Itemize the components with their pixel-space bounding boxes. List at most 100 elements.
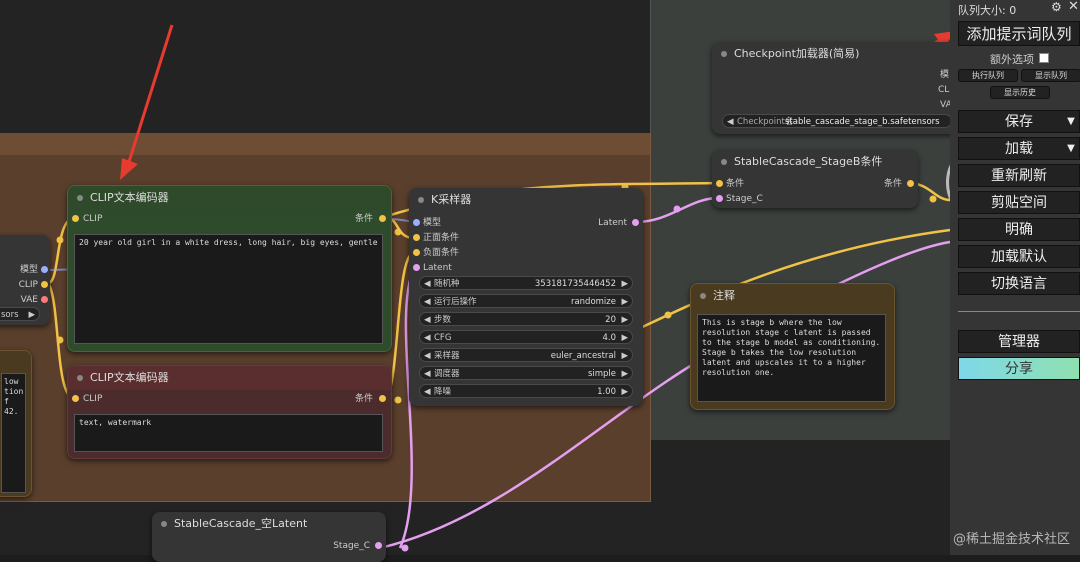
load-default-button[interactable]: 加载默认 <box>958 245 1080 268</box>
arrow-right-icon[interactable]: ▶ <box>28 308 35 322</box>
input-model-pin[interactable] <box>413 219 420 226</box>
clip-text-encoder-negative[interactable]: CLIP文本编码器 CLIP 条件 text, watermark <box>67 365 392 459</box>
view-queue-button[interactable]: 执行队列 <box>958 69 1018 82</box>
left-note-partial[interactable]: low tion f 42. <box>0 350 32 497</box>
collapse-dot-icon[interactable] <box>161 521 167 527</box>
collapse-dot-icon[interactable] <box>721 159 727 165</box>
cfg-widget[interactable]: ◀ CFG 4.0 ▶ <box>419 330 633 344</box>
input-clip-pin[interactable] <box>72 395 79 402</box>
prompt-textarea[interactable]: text, watermark <box>74 414 383 452</box>
output-vae-pin[interactable] <box>41 296 48 303</box>
input-clip-label: CLIP <box>83 394 103 404</box>
output-cond-pin[interactable] <box>907 180 914 187</box>
output-clip-label: CLIP <box>18 280 38 290</box>
arrow-right-icon[interactable]: ▶ <box>621 367 628 381</box>
denoise-widget[interactable]: ◀ 降噪 1.00 ▶ <box>419 384 633 398</box>
node-title: 注释 <box>713 289 735 302</box>
node-title-bar[interactable]: CLIP文本编码器 <box>68 366 391 390</box>
control-after-generate-widget[interactable]: ◀ 运行后操作 randomize ▶ <box>419 294 633 308</box>
node-title-bar[interactable]: Checkpoint加载器(简易) <box>712 42 962 66</box>
load-button[interactable]: 加载 ▼ <box>958 137 1080 160</box>
ckpt-name-widget[interactable]: sors ▶ <box>0 307 40 321</box>
output-cond-pin[interactable] <box>379 395 386 402</box>
switch-language-button[interactable]: 切换语言 <box>958 272 1080 295</box>
collapse-dot-icon[interactable] <box>418 197 424 203</box>
input-clip-pin[interactable] <box>72 215 79 222</box>
arrow-right-icon[interactable]: ▶ <box>621 313 628 327</box>
node-title-bar[interactable]: 注释 <box>691 284 894 308</box>
prompt-textarea[interactable]: 20 year old girl in a white dress, long … <box>74 234 383 344</box>
note-node[interactable]: 注释 This is stage b where the low resolut… <box>690 283 895 410</box>
arrow-left-icon[interactable]: ◀ <box>424 331 431 345</box>
output-vae-label: VAE <box>20 295 38 305</box>
show-queue-button[interactable]: 显示队列 <box>1021 69 1080 82</box>
left-partial-node[interactable]: 模型 CLIP VAE sors ▶ <box>0 235 50 325</box>
scheduler-widget[interactable]: ◀ 调度器 simple ▶ <box>419 366 633 380</box>
arrow-right-icon[interactable]: ▶ <box>621 277 628 291</box>
collapse-dot-icon[interactable] <box>700 293 706 299</box>
sampler-widget[interactable]: ◀ 采样器 euler_ancestral ▶ <box>419 348 633 362</box>
left-note-text[interactable]: low tion f 42. <box>1 373 26 493</box>
output-stagec-pin[interactable] <box>375 542 382 549</box>
node-title-bar[interactable]: StableCascade_StageB条件 <box>712 150 918 174</box>
node-title: CLIP文本编码器 <box>90 371 169 384</box>
input-latent-label: Latent <box>423 263 452 273</box>
input-stagec-pin[interactable] <box>716 195 723 202</box>
checkpoint-loader-node[interactable]: Checkpoint加载器(简易) 模 CL VA ◀ Checkpoint名 … <box>712 42 962 134</box>
share-button[interactable]: 分享 <box>958 357 1080 380</box>
widget-label: 步数 <box>434 315 452 325</box>
node-title: Checkpoint加载器(简易) <box>734 47 860 60</box>
manager-button[interactable]: 管理器 <box>958 330 1080 353</box>
stageb-conditioning-node[interactable]: StableCascade_StageB条件 条件 Stage_C 条件 <box>712 150 918 208</box>
clip-text-encoder-positive[interactable]: CLIP文本编码器 CLIP 条件 20 year old girl in a … <box>67 185 392 352</box>
ckpt-name-widget[interactable]: ◀ Checkpoint名 stable_cascade_stage_b.saf… <box>722 114 952 128</box>
widget-value: 20 <box>605 315 616 325</box>
arrow-left-icon[interactable]: ◀ <box>424 367 431 381</box>
extra-options-checkbox[interactable] <box>1039 53 1049 63</box>
arrow-right-icon[interactable]: ▶ <box>621 349 628 363</box>
save-button[interactable]: 保存 ▼ <box>958 110 1080 133</box>
arrow-left-icon[interactable]: ◀ <box>424 295 431 309</box>
output-model-label: 模 <box>940 70 950 80</box>
collapse-dot-icon[interactable] <box>721 51 727 57</box>
clear-button[interactable]: 明确 <box>958 218 1080 241</box>
output-cond-pin[interactable] <box>379 215 386 222</box>
collapse-dot-icon[interactable] <box>77 195 83 201</box>
arrow-left-icon[interactable]: ◀ <box>727 115 734 129</box>
input-negative-pin[interactable] <box>413 249 420 256</box>
input-positive-pin[interactable] <box>413 234 420 241</box>
arrow-left-icon[interactable]: ◀ <box>424 277 431 291</box>
output-latent-pin[interactable] <box>632 219 639 226</box>
chevron-down-icon[interactable]: ▼ <box>1063 138 1079 160</box>
clipspace-button[interactable]: 剪贴空间 <box>958 191 1080 214</box>
left-note-line: tion <box>4 387 24 396</box>
arrow-right-icon[interactable]: ▶ <box>621 385 628 399</box>
output-cond-label: 条件 <box>354 394 373 404</box>
steps-widget[interactable]: ◀ 步数 20 ▶ <box>419 312 633 326</box>
input-latent-pin[interactable] <box>413 264 420 271</box>
arrow-right-icon[interactable]: ▶ <box>621 295 628 309</box>
output-model-pin[interactable] <box>41 266 48 273</box>
input-cond-pin[interactable] <box>716 180 723 187</box>
output-clip-pin[interactable] <box>41 281 48 288</box>
input-clip-label: CLIP <box>83 214 103 224</box>
arrow-left-icon[interactable]: ◀ <box>424 349 431 363</box>
show-history-button[interactable]: 显示历史 <box>990 86 1050 99</box>
gear-icon[interactable]: ⚙ <box>1051 0 1062 14</box>
chevron-down-icon[interactable]: ▼ <box>1063 111 1079 133</box>
arrow-left-icon[interactable]: ◀ <box>424 313 431 327</box>
widget-label: 采样器 <box>434 351 460 361</box>
arrow-right-icon[interactable]: ▶ <box>621 331 628 345</box>
ckpt-name-value: sors <box>1 310 19 320</box>
node-title-bar[interactable]: CLIP文本编码器 <box>68 186 391 210</box>
seed-widget[interactable]: ◀ 随机种 353181735446452 ▶ <box>419 276 633 290</box>
node-title-bar[interactable]: K采样器 <box>409 188 643 212</box>
note-textarea[interactable]: This is stage b where the low resolution… <box>697 314 886 402</box>
queue-prompt-button[interactable]: 添加提示词队列 <box>958 21 1080 46</box>
collapse-dot-icon[interactable] <box>77 375 83 381</box>
node-title-bar[interactable]: StableCascade_空Latent <box>152 512 386 536</box>
arrow-left-icon[interactable]: ◀ <box>424 385 431 399</box>
refresh-button[interactable]: 重新刷新 <box>958 164 1080 187</box>
ksampler-node[interactable]: K采样器 模型 正面条件 负面条件 Latent Latent ◀ 随机种 3531… <box>409 188 643 406</box>
close-icon[interactable]: ✕ <box>1068 0 1079 14</box>
